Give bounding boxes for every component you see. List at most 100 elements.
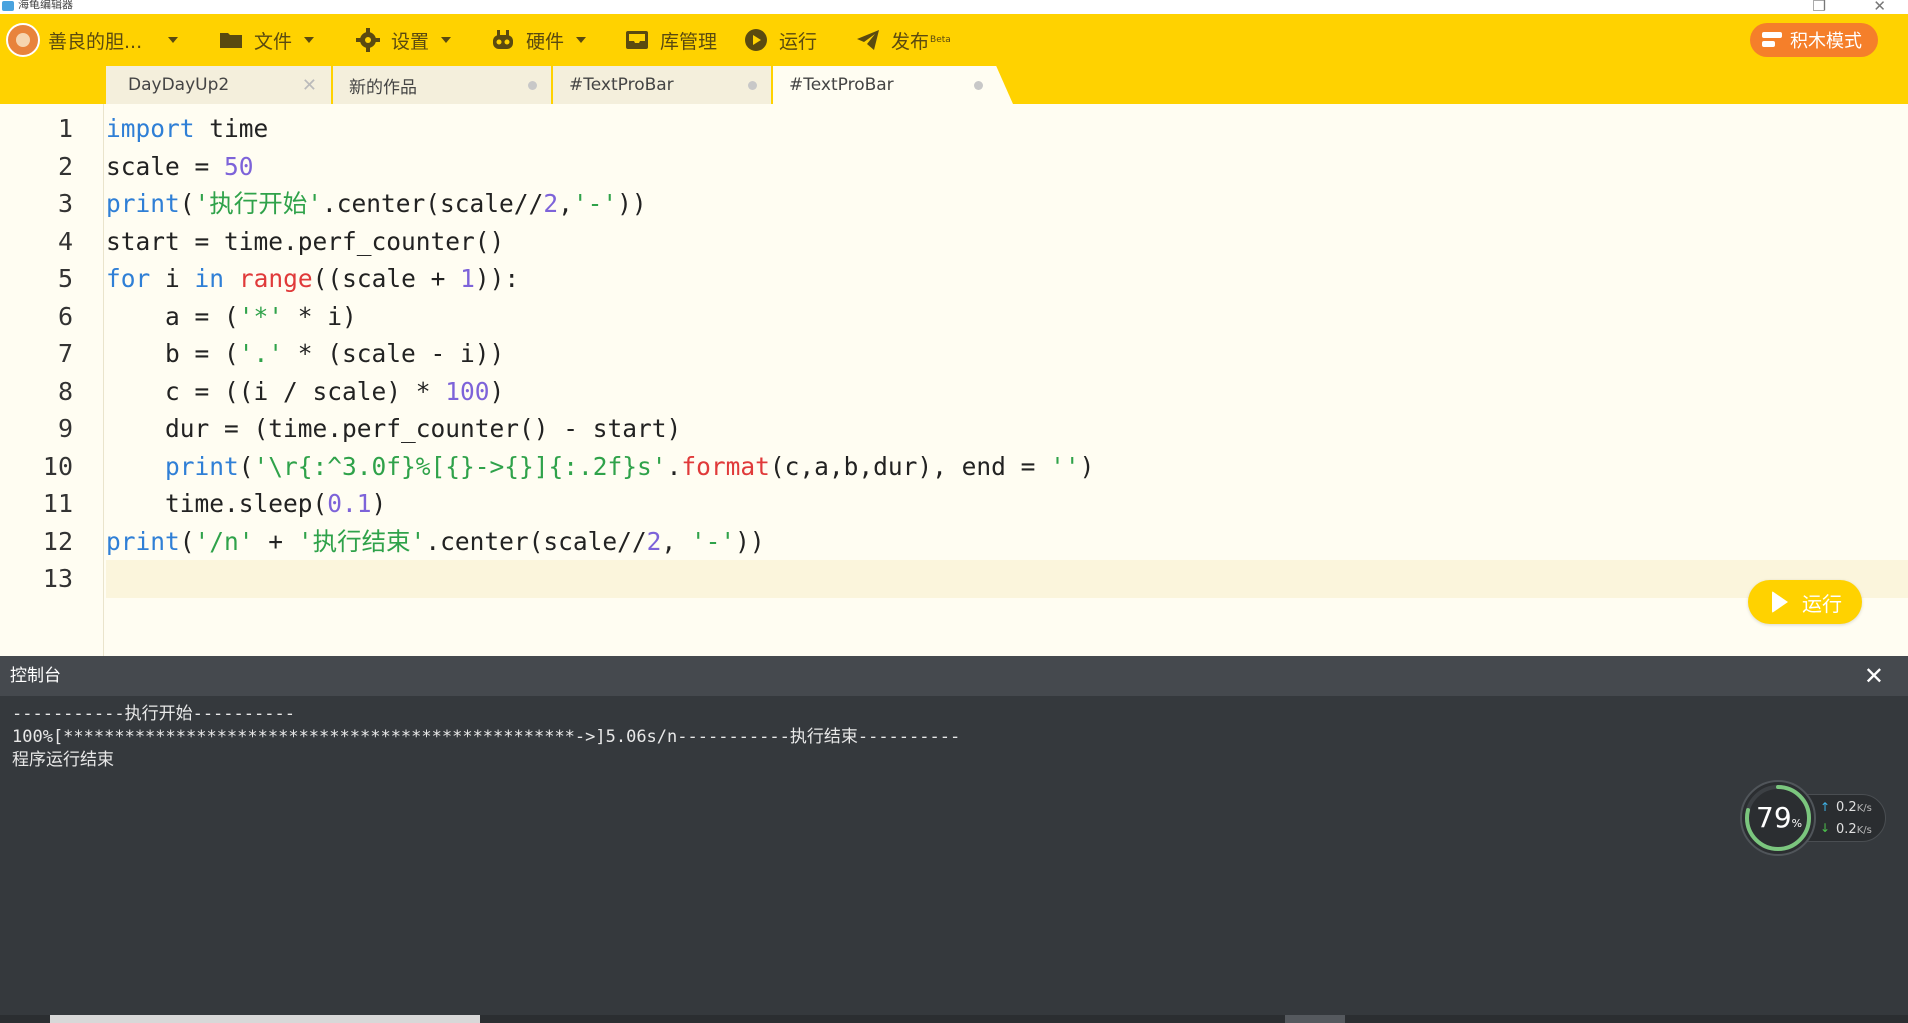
token-text: ): [489, 376, 505, 406]
publish-menu[interactable]: 发布 Beta: [855, 14, 951, 66]
token-string: '执行开始': [194, 189, 323, 218]
token-keyword: print: [165, 451, 239, 481]
token-text: )): [617, 189, 647, 218]
close-tab-icon[interactable]: ✕: [302, 75, 317, 96]
close-console-icon[interactable]: ✕: [1864, 664, 1884, 688]
token-text: .: [666, 451, 682, 481]
token-text: time.sleep(: [106, 489, 328, 518]
file-tabs: DayDayUp2 ✕ 新的作品 #TextProBar #TextProBar: [0, 66, 1908, 104]
token-keyword: for: [106, 264, 151, 293]
tab-textprobar-1[interactable]: #TextProBar: [553, 66, 771, 104]
token-keyword: print: [106, 526, 180, 556]
token-text: (: [179, 189, 195, 218]
file-menu[interactable]: 文件: [218, 14, 315, 66]
tab-label: 新的作品: [349, 77, 417, 98]
unsaved-dot-icon[interactable]: [528, 81, 537, 90]
token-text: a = (: [106, 301, 239, 331]
line-number: 13: [42, 564, 73, 593]
token-text: (c,a,b,dur), end =: [769, 451, 1051, 481]
console-output: -----------执行开始---------- 100%[*********…: [12, 703, 960, 772]
line-number: 5: [57, 264, 73, 293]
upload-arrow-icon: ↑: [1820, 800, 1831, 814]
token-string: '.': [238, 339, 284, 368]
usage-percent: 79%: [1756, 801, 1803, 834]
user-name: 善良的胆...: [48, 30, 143, 53]
code-line-current[interactable]: [106, 560, 1908, 598]
play-circle-icon: [743, 27, 769, 53]
run-button-label: 运行: [1802, 591, 1842, 616]
tab-daydayup2[interactable]: DayDayUp2 ✕: [106, 66, 331, 104]
token-text: )):: [474, 264, 520, 293]
line-number: 11: [42, 489, 73, 518]
tab-label: DayDayUp2: [128, 75, 230, 95]
tab-new-work[interactable]: 新的作品: [333, 66, 551, 104]
scrollbar-segment: [1285, 1015, 1345, 1023]
token-string: '-': [572, 189, 618, 218]
code-line[interactable]: b = ('.' * (scale - i)): [106, 335, 1908, 373]
token-text: * i): [283, 301, 357, 331]
run-button[interactable]: 运行: [1748, 580, 1862, 624]
chevron-down-icon: [441, 37, 452, 43]
unsaved-dot-icon[interactable]: [748, 81, 757, 90]
avatar: [6, 23, 40, 57]
title-bar: 海龟编辑器 ❐ ✕: [0, 0, 1908, 15]
line-number: 10: [42, 451, 73, 481]
token-string: '': [1050, 451, 1080, 481]
token-text: scale =: [106, 151, 225, 181]
restore-window-icon[interactable]: ❐: [1813, 0, 1826, 15]
network-monitor-widget[interactable]: 79% ↑ 0.2K/s ↓ 0.2K/s: [1740, 780, 1890, 856]
console-line: -----------执行开始----------: [12, 704, 295, 724]
token-text: .center(scale//: [322, 189, 544, 218]
token-text: time: [194, 114, 269, 143]
token-number: 1: [460, 264, 475, 293]
usage-gauge: 79%: [1740, 780, 1816, 856]
code-editor[interactable]: 1 2 3 4 5 6 7 8 9 10 11 12 13 import tim…: [0, 104, 1908, 656]
settings-menu[interactable]: 设置: [355, 14, 452, 66]
download-arrow-icon: ↓: [1820, 821, 1831, 835]
token-text: ): [371, 489, 387, 518]
upload-rate: 0.2K/s: [1836, 800, 1872, 815]
run-menu[interactable]: 运行: [743, 14, 817, 66]
library-manager-menu[interactable]: 库管理: [624, 14, 717, 66]
code-line[interactable]: dur = (time.perf_counter() - start): [106, 410, 1908, 448]
code-line[interactable]: for i in range((scale + 1)):: [106, 260, 1908, 298]
token-text: i: [150, 264, 195, 293]
line-number-gutter: 1 2 3 4 5 6 7 8 9 10 11 12 13: [0, 104, 104, 656]
code-line[interactable]: print('\r{:^3.0f}%[{}->{}]{:.2f}s'.forma…: [106, 448, 1908, 486]
token-string: '*': [238, 301, 284, 331]
token-keyword: in: [194, 264, 225, 293]
chevron-down-icon: [304, 37, 315, 43]
token-builtin: range: [238, 264, 313, 293]
code-line[interactable]: scale = 50: [106, 148, 1908, 186]
scrollbar-thumb[interactable]: [50, 1015, 480, 1023]
beta-badge: Beta: [930, 35, 951, 45]
tab-label: #TextProBar: [569, 75, 674, 95]
line-number: 8: [57, 376, 73, 406]
close-window-icon[interactable]: ✕: [1873, 0, 1886, 15]
code-line[interactable]: import time: [106, 110, 1908, 148]
code-line[interactable]: a = ('*' * i): [106, 298, 1908, 336]
token-text: ((scale +: [312, 264, 461, 293]
user-menu[interactable]: 善良的胆...: [6, 14, 179, 66]
token-number: 2: [543, 189, 559, 218]
token-string: '执行结束': [297, 526, 426, 556]
hardware-menu[interactable]: 硬件: [490, 14, 587, 66]
block-mode-button[interactable]: 积木模式: [1750, 23, 1878, 57]
token-text: b = (: [106, 339, 239, 368]
token-keyword: print: [106, 189, 180, 218]
code-line[interactable]: print('执行开始'.center(scale//2,'-')): [106, 185, 1908, 223]
code-line[interactable]: time.sleep(0.1): [106, 485, 1908, 523]
console-line: 100%[***********************************…: [12, 727, 961, 747]
line-number: 3: [57, 189, 73, 218]
code-line[interactable]: print('/n' + '执行结束'.center(scale//2, '-'…: [106, 523, 1908, 561]
code-line[interactable]: c = ((i / scale) * 100): [106, 373, 1908, 411]
code-line[interactable]: start = time.perf_counter(): [106, 223, 1908, 261]
tab-textprobar-2[interactable]: #TextProBar: [773, 66, 1013, 104]
paper-plane-icon: [855, 27, 881, 53]
line-number: 12: [42, 526, 73, 556]
token-text: .center(scale//: [425, 526, 647, 556]
unsaved-dot-icon[interactable]: [974, 81, 983, 90]
app-logo-icon: [2, 1, 14, 11]
token-string: '\r{:^3.0f}%[{}->{}]{:.2f}s': [253, 451, 667, 481]
line-number: 4: [57, 226, 73, 256]
